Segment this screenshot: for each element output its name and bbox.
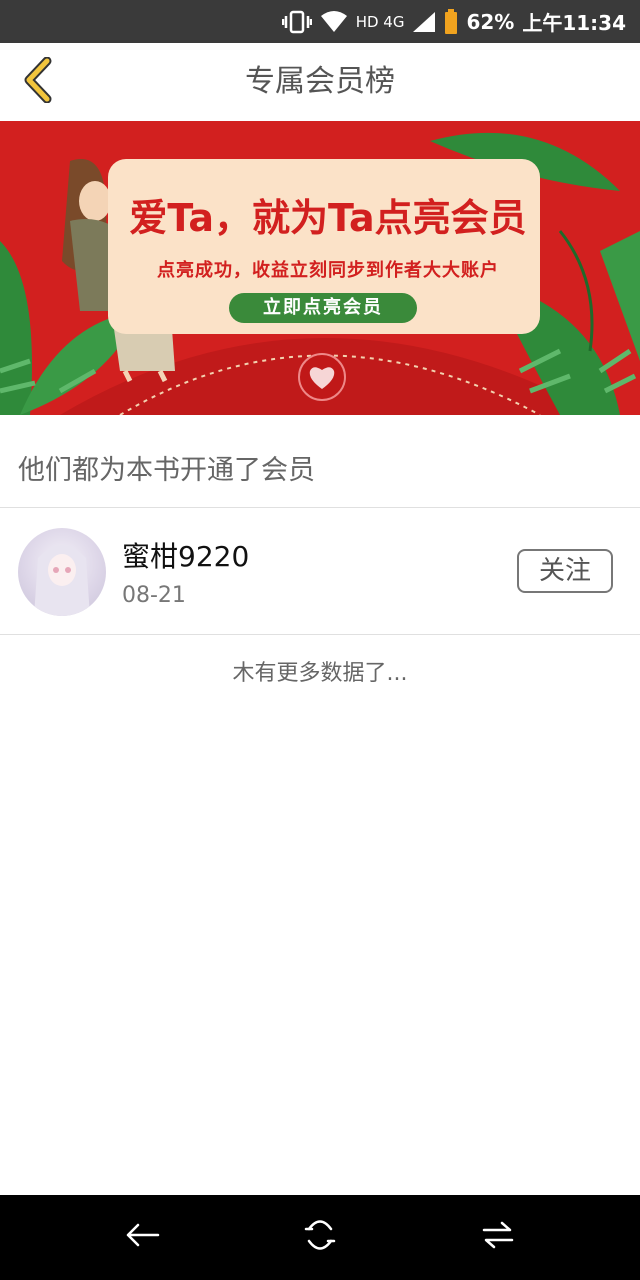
member-date: 08-21	[122, 583, 186, 608]
promo-banner[interactable]: 爱Ta，就为Ta点亮会员 点亮成功，收益立刻同步到作者大大账户 立即点亮会员	[0, 121, 640, 415]
avatar[interactable]	[18, 528, 106, 616]
home-ring-icon	[301, 1216, 339, 1258]
arrow-left-icon	[124, 1220, 160, 1254]
banner-subtitle: 点亮成功，收益立刻同步到作者大大账户	[157, 260, 499, 281]
heart-seal-icon	[298, 353, 346, 401]
member-name: 蜜柑9220	[122, 540, 250, 573]
follow-button[interactable]: 关注	[517, 549, 613, 593]
light-up-membership-button[interactable]: 立即点亮会员	[229, 293, 417, 323]
page-title: 专属会员榜	[245, 64, 395, 99]
section-title: 他们都为本书开通了会员	[18, 455, 315, 486]
nav-home-button[interactable]	[298, 1215, 342, 1259]
banner-headline: 爱Ta，就为Ta点亮会员	[129, 196, 527, 240]
wifi-icon	[320, 10, 348, 34]
top-app-bar: 专属会员榜	[0, 43, 640, 121]
clock: 上午11:34	[522, 11, 626, 35]
nav-recents-button[interactable]	[476, 1215, 520, 1259]
battery-icon	[444, 8, 458, 35]
status-bar: HD 4G 62% 上午11:34	[0, 0, 640, 43]
nav-back-button[interactable]	[120, 1215, 164, 1259]
vibrate-icon	[281, 10, 312, 34]
divider	[0, 634, 640, 635]
list-item[interactable]: 蜜柑9220 08-21 关注	[0, 508, 640, 634]
list-end-text: 木有更多数据了...	[232, 661, 408, 686]
swap-arrows-icon	[480, 1219, 516, 1255]
signal-icon	[412, 11, 436, 33]
battery-percentage: 62%	[466, 9, 515, 34]
system-navigation-bar	[0, 1195, 640, 1280]
network-type: HD 4G	[355, 12, 405, 31]
